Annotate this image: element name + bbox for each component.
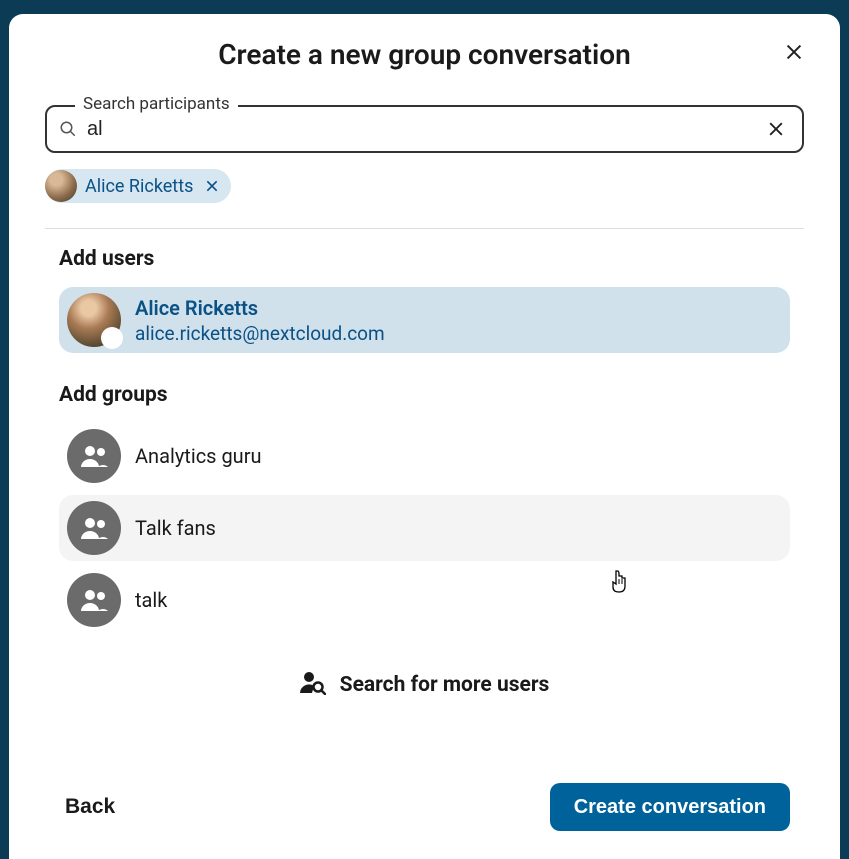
person-search-icon (300, 671, 326, 699)
list-item[interactable]: Talk fans (59, 495, 790, 561)
item-name: Analytics guru (135, 444, 262, 468)
list-item[interactable]: Analytics guru (59, 423, 790, 489)
item-name: Talk fans (135, 516, 216, 540)
create-group-modal: Create a new group conversation Search p… (9, 14, 840, 859)
search-field-wrapper: Search participants (45, 105, 804, 153)
avatar-wrap (67, 501, 121, 555)
section-title: Add groups (59, 383, 790, 407)
add-users-section: Add users Alice Ricketts alice.ricketts@… (45, 247, 804, 383)
avatar-wrap (67, 429, 121, 483)
list-item[interactable]: talk (59, 567, 790, 633)
users-list: Alice Ricketts alice.ricketts@nextcloud.… (59, 287, 790, 353)
search-more-button[interactable]: Search for more users (45, 671, 804, 699)
search-legend: Search participants (75, 94, 238, 114)
modal-header: Create a new group conversation (45, 38, 804, 71)
clear-search-button[interactable] (762, 115, 790, 143)
modal-footer: Back Create conversation (45, 783, 804, 831)
group-icon (67, 573, 121, 627)
chip-label: Alice Ricketts (85, 176, 193, 197)
item-name: talk (135, 588, 167, 612)
close-icon (783, 41, 805, 63)
selected-chips-row: Alice Ricketts (45, 169, 804, 206)
close-button[interactable] (776, 34, 812, 70)
group-icon (67, 429, 121, 483)
section-title: Add users (59, 247, 790, 271)
avatar-wrap (67, 573, 121, 627)
search-input[interactable] (87, 118, 762, 141)
search-more-label: Search for more users (340, 673, 550, 697)
back-button[interactable]: Back (59, 785, 121, 829)
close-icon (766, 119, 786, 139)
close-icon (204, 178, 220, 194)
group-icon (67, 501, 121, 555)
chip-remove-button[interactable] (201, 175, 223, 197)
create-conversation-button[interactable]: Create conversation (550, 783, 790, 831)
list-item[interactable]: Alice Ricketts alice.ricketts@nextcloud.… (59, 287, 790, 353)
avatar-wrap (67, 293, 121, 347)
groups-list: Analytics guru Talk fans (59, 423, 790, 633)
modal-title: Create a new group conversation (45, 38, 804, 71)
status-away-icon (101, 327, 123, 349)
item-subtitle: alice.ricketts@nextcloud.com (135, 322, 385, 345)
item-name: Alice Ricketts (135, 296, 385, 320)
participant-chip[interactable]: Alice Ricketts (45, 169, 231, 203)
add-groups-section: Add groups Analytics guru (45, 383, 804, 663)
search-icon (59, 120, 77, 138)
avatar (45, 170, 77, 202)
divider (45, 228, 804, 229)
